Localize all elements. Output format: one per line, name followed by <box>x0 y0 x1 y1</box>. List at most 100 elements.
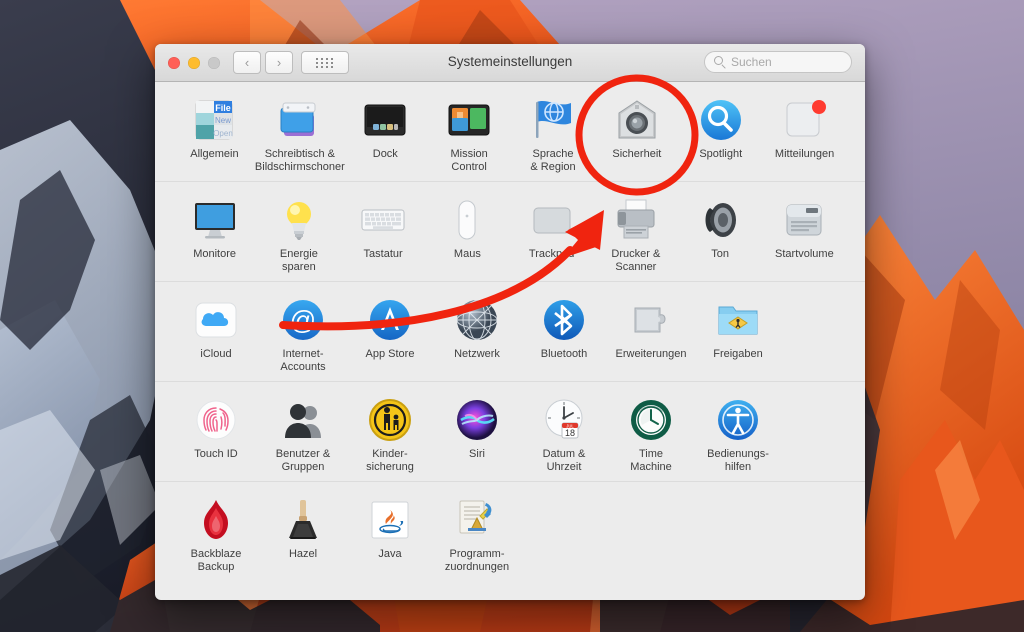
keyboard-icon <box>359 196 407 244</box>
pref-pane-displays[interactable]: Monitore <box>173 196 256 273</box>
pref-pane-users-groups[interactable]: Benutzer & Gruppen <box>260 396 346 473</box>
svg-text:@: @ <box>290 305 316 335</box>
pref-pane-label: Tastatur <box>363 248 403 260</box>
search-field[interactable]: Suchen <box>704 51 852 73</box>
pref-pane-desktop-screensaver[interactable]: Schreibtisch & Bildschirmschoner <box>254 96 345 173</box>
pref-pane-general[interactable]: File New Open Allgemein <box>173 96 256 173</box>
accessibility-icon <box>714 396 762 444</box>
pref-pane-label: Bluetooth <box>540 348 588 360</box>
system-preferences-window: ‹ › Systemeinstellungen Suchen File New … <box>155 44 865 600</box>
search-icon <box>714 56 723 65</box>
pref-pane-network[interactable]: Netzwerk <box>434 296 520 373</box>
pref-pane-backblaze[interactable]: Backblaze Backup <box>173 496 259 573</box>
preference-row: Monitore Energie sparen Tastatur Maus Tr… <box>155 182 865 282</box>
pref-pane-label: Ton <box>711 248 729 260</box>
pref-pane-label: Hazel <box>288 548 318 560</box>
pref-pane-label: Mission Control <box>450 148 488 173</box>
pref-pane-label: Dock <box>372 148 398 160</box>
pref-pane-sound[interactable]: Ton <box>679 196 762 273</box>
pref-pane-startup-disk[interactable]: Startvolume <box>763 196 846 273</box>
svg-text:18: 18 <box>565 428 575 438</box>
printers-scanners-icon <box>612 196 660 244</box>
pref-pane-mission-control[interactable]: Mission Control <box>428 96 511 173</box>
trackpad-icon <box>528 196 576 244</box>
pref-pane-parental-controls[interactable]: Kinder- sicherung <box>347 396 433 473</box>
window-titlebar: ‹ › Systemeinstellungen Suchen <box>155 44 865 82</box>
bluetooth-icon <box>540 296 588 344</box>
pref-pane-trackpad[interactable]: Trackpad <box>510 196 593 273</box>
desktop-screensaver-icon <box>276 96 324 144</box>
pref-pane-label: Time Machine <box>630 448 672 473</box>
pref-pane-label: App Store <box>365 348 415 360</box>
default-apps-icon <box>453 496 501 544</box>
pref-pane-label: Internet- Accounts <box>280 348 326 373</box>
pref-pane-sharing[interactable]: Freigaben <box>695 296 781 373</box>
security-icon <box>613 96 661 144</box>
pref-pane-extensions[interactable]: Erweiterungen <box>608 296 694 373</box>
general-icon: File New Open <box>190 96 238 144</box>
pref-pane-spotlight[interactable]: Spotlight <box>679 96 762 173</box>
pref-pane-mouse[interactable]: Maus <box>426 196 509 273</box>
mission-control-icon <box>445 96 493 144</box>
pref-pane-bluetooth[interactable]: Bluetooth <box>521 296 607 373</box>
date-time-icon: JUL 18 <box>540 396 588 444</box>
pref-pane-energy-saver[interactable]: Energie sparen <box>257 196 340 273</box>
pref-pane-label: Monitore <box>193 248 237 260</box>
network-icon <box>453 296 501 344</box>
pref-pane-label: Allgemein <box>190 148 239 160</box>
pref-pane-java[interactable]: Java <box>347 496 433 573</box>
pref-pane-label: Schreibtisch & Bildschirmschoner <box>254 148 345 173</box>
svg-text:Open: Open <box>214 129 234 138</box>
startup-disk-icon <box>780 196 828 244</box>
displays-icon <box>191 196 239 244</box>
pref-pane-printers-scanners[interactable]: Drucker & Scanner <box>594 196 677 273</box>
parental-controls-icon <box>366 396 414 444</box>
energy-saver-icon <box>275 196 323 244</box>
preference-row: Backblaze Backup Hazel Java Programm- zu… <box>155 482 865 581</box>
pref-pane-label: Siri <box>469 448 485 460</box>
hazel-icon <box>279 496 327 544</box>
search-placeholder: Suchen <box>731 55 772 69</box>
preference-panes-grid: File New Open Allgemein Schreibtisch & B… <box>155 82 865 581</box>
preference-row: File New Open Allgemein Schreibtisch & B… <box>155 82 865 182</box>
pref-pane-touch-id[interactable]: Touch ID <box>173 396 259 473</box>
svg-text:File: File <box>216 103 232 113</box>
pref-pane-label: Maus <box>453 248 481 260</box>
pref-pane-label: Programm- zuordnungen <box>444 548 510 573</box>
preference-row: iCloud @ Internet- Accounts App Store Ne… <box>155 282 865 382</box>
pref-pane-label: Trackpad <box>528 248 575 260</box>
time-machine-icon <box>627 396 675 444</box>
pref-pane-label: Netzwerk <box>454 348 500 360</box>
pref-pane-internet-accounts[interactable]: @ Internet- Accounts <box>260 296 346 373</box>
pref-pane-label: Startvolume <box>775 248 834 260</box>
mouse-icon <box>443 196 491 244</box>
users-groups-icon <box>279 396 327 444</box>
pref-pane-icloud[interactable]: iCloud <box>173 296 259 373</box>
pref-pane-label: Datum & Uhrzeit <box>542 448 586 473</box>
pref-pane-language-region[interactable]: Sprache & Region <box>512 96 595 173</box>
pref-pane-label: Backblaze Backup <box>190 548 242 573</box>
extensions-icon <box>627 296 675 344</box>
language-region-icon <box>529 96 577 144</box>
app-store-icon <box>366 296 414 344</box>
siri-icon <box>453 396 501 444</box>
sharing-icon <box>714 296 762 344</box>
pref-pane-keyboard[interactable]: Tastatur <box>342 196 425 273</box>
java-icon <box>366 496 414 544</box>
spotlight-icon <box>697 96 745 144</box>
pref-pane-label: Freigaben <box>713 348 763 360</box>
pref-pane-time-machine[interactable]: Time Machine <box>608 396 694 473</box>
pref-pane-security[interactable]: Sicherheit <box>595 96 678 173</box>
pref-pane-siri[interactable]: Siri <box>434 396 520 473</box>
pref-pane-dock[interactable]: Dock <box>344 96 427 173</box>
pref-pane-default-apps[interactable]: Programm- zuordnungen <box>434 496 520 573</box>
pref-pane-accessibility[interactable]: Bedienungs- hilfen <box>695 396 781 473</box>
pref-pane-label: Drucker & Scanner <box>611 248 661 273</box>
notifications-icon <box>781 96 829 144</box>
pref-pane-hazel[interactable]: Hazel <box>260 496 346 573</box>
pref-pane-label: Bedienungs- hilfen <box>707 448 769 473</box>
pref-pane-app-store[interactable]: App Store <box>347 296 433 373</box>
touch-id-icon <box>192 396 240 444</box>
pref-pane-date-time[interactable]: JUL 18 Datum & Uhrzeit <box>521 396 607 473</box>
pref-pane-notifications[interactable]: Mitteilungen <box>763 96 846 173</box>
